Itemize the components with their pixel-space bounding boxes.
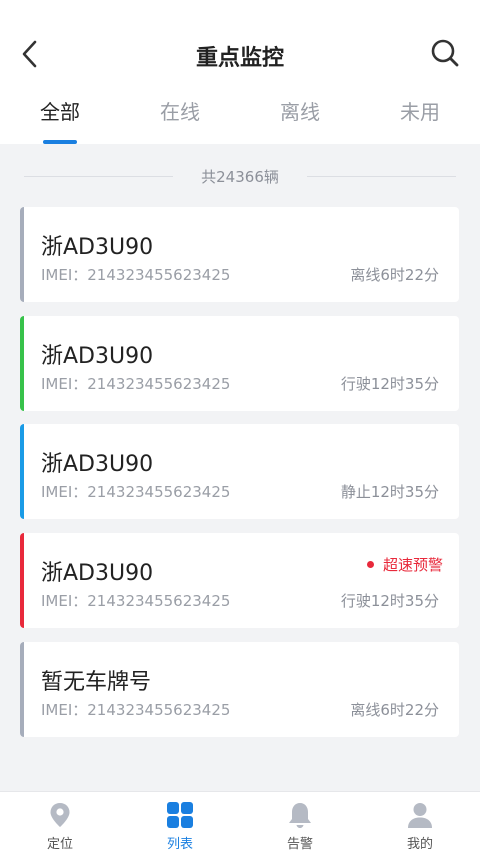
vehicle-count: 共24366辆 (201, 167, 279, 186)
imei-text: IMEI：214323455623425 (41, 701, 231, 719)
plate-number: 浙AD3U90 (41, 344, 154, 369)
tab-bar: 全部 在线 离线 未用 (0, 92, 480, 144)
status-text: 离线6时22分 (350, 701, 439, 719)
tab-label: 全部 (40, 100, 80, 124)
status-color-bar (20, 424, 24, 519)
location-pin-icon (50, 803, 70, 827)
tab-online[interactable]: 在线 (120, 92, 240, 144)
nav-label: 列表 (166, 837, 193, 852)
nav-item-location[interactable]: 定位 (0, 792, 120, 853)
status-text: 行驶12时35分 (340, 592, 439, 610)
nav-item-list[interactable]: 列表 (120, 792, 240, 853)
status-color-bar (20, 642, 24, 737)
vehicle-card[interactable]: 浙AD3U90 超速预警 IMEI：214323455623425 行驶12时3… (20, 533, 459, 628)
search-button[interactable] (430, 38, 460, 68)
search-icon (431, 39, 459, 67)
nav-label: 告警 (286, 837, 313, 852)
plate-number: 浙AD3U90 (41, 235, 154, 260)
tab-label: 未用 (400, 100, 440, 124)
status-text: 行驶12时35分 (340, 375, 439, 393)
page-title: 重点监控 (195, 46, 284, 71)
vehicle-card[interactable]: 浙AD3U90 IMEI：214323455623425 离线6时22分 (20, 207, 459, 302)
tab-unused[interactable]: 未用 (360, 92, 480, 144)
nav-label: 定位 (46, 837, 73, 852)
alert-dot-icon (366, 561, 374, 568)
plate-number: 浙AD3U90 (41, 561, 154, 586)
status-color-bar (20, 533, 24, 628)
vehicle-count-row: 共24366辆 (24, 164, 456, 188)
header: 重点监控 (0, 26, 480, 82)
tab-all[interactable]: 全部 (0, 92, 120, 144)
imei-text: IMEI：214323455623425 (41, 375, 231, 393)
alert-text: 超速预警 (382, 556, 443, 574)
user-icon (408, 803, 432, 828)
vehicle-card[interactable]: 浙AD3U90 IMEI：214323455623425 静止12时35分 (20, 424, 459, 519)
bottom-nav: 定位 列表 告警 我的 (0, 791, 480, 853)
top-panel: 重点监控 全部 在线 离线 未用 (0, 0, 480, 144)
bell-icon (289, 803, 311, 828)
tab-active-indicator (43, 140, 77, 144)
imei-text: IMEI：214323455623425 (41, 592, 231, 610)
status-text: 离线6时22分 (350, 266, 439, 284)
plate-number: 浙AD3U90 (41, 452, 154, 477)
nav-item-mine[interactable]: 我的 (360, 792, 480, 853)
status-text: 静止12时35分 (340, 483, 439, 501)
status-color-bar (20, 207, 24, 302)
status-color-bar (20, 316, 24, 411)
nav-label: 我的 (406, 837, 433, 852)
imei-text: IMEI：214323455623425 (41, 483, 231, 501)
plate-number: 暂无车牌号 (41, 670, 152, 695)
nav-item-alarm[interactable]: 告警 (240, 792, 360, 853)
divider (306, 175, 456, 177)
tab-label: 在线 (160, 100, 200, 124)
tab-offline[interactable]: 离线 (240, 92, 360, 144)
vehicle-card[interactable]: 暂无车牌号 IMEI：214323455623425 离线6时22分 (20, 642, 459, 737)
vehicle-card[interactable]: 浙AD3U90 IMEI：214323455623425 行驶12时35分 (20, 316, 459, 411)
divider (24, 175, 174, 177)
grid-list-icon (167, 802, 193, 828)
tab-label: 离线 (280, 100, 320, 124)
alert-badge: 超速预警 (366, 554, 443, 575)
imei-text: IMEI：214323455623425 (41, 266, 231, 284)
